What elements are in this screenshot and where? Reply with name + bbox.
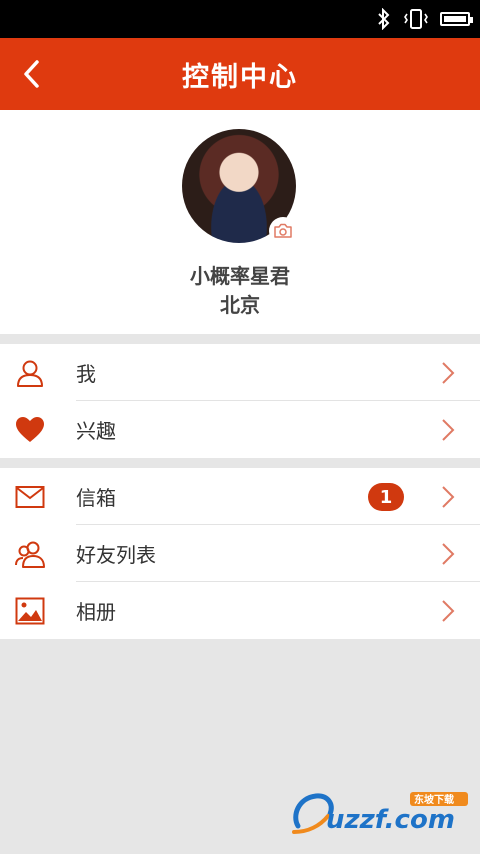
page-title: 控制中心 (182, 61, 298, 93)
menu-item-label: 兴趣 (76, 419, 116, 443)
watermark-text: uzzf.com (326, 805, 455, 835)
watermark: uzzf.com 东坡下载 (290, 788, 472, 838)
uzzf-logo: uzzf.com 东坡下载 (292, 792, 468, 835)
camera-icon (274, 223, 292, 238)
chevron-right-icon (442, 418, 455, 441)
chevron-right-icon (442, 485, 455, 508)
chevron-left-icon (24, 60, 39, 88)
menu-group-secondary: 信箱 1 好友列表 相册 (0, 468, 480, 639)
mail-icon (15, 485, 45, 508)
menu-group-primary: 我 兴趣 (0, 344, 480, 458)
camera-badge[interactable] (269, 217, 297, 245)
status-bar (0, 0, 480, 38)
profile-name: 小概率星君 (190, 264, 290, 288)
unread-badge: 1 (368, 483, 404, 511)
profile-city: 北京 (220, 293, 260, 317)
menu-item-label: 相册 (76, 600, 116, 624)
menu-item-label: 我 (76, 362, 96, 386)
avatar-container[interactable] (182, 129, 297, 245)
menu-item-me[interactable]: 我 (0, 344, 480, 401)
battery-icon (440, 12, 473, 26)
person-icon (17, 360, 43, 387)
heart-icon (16, 416, 44, 442)
menu-item-album[interactable]: 相册 (0, 582, 480, 639)
status-bar-redacted-area (0, 0, 275, 38)
menu-item-label: 好友列表 (76, 543, 156, 567)
photo-album-icon (15, 597, 45, 624)
menu-item-mailbox[interactable]: 信箱 1 (0, 468, 480, 525)
back-button[interactable] (10, 38, 54, 110)
bluetooth-icon (378, 8, 390, 30)
chevron-right-icon (442, 361, 455, 384)
menu-item-interests[interactable]: 兴趣 (0, 401, 480, 458)
menu-item-label: 信箱 (76, 486, 116, 510)
app-header: 控制中心 (0, 38, 480, 110)
chevron-right-icon (442, 542, 455, 565)
friends-icon (15, 541, 45, 568)
menu-item-friends[interactable]: 好友列表 (0, 525, 480, 582)
vibrate-icon (404, 9, 428, 29)
status-icons (376, 7, 473, 31)
watermark-subtext: 东坡下载 (414, 793, 454, 806)
profile-section: 小概率星君 北京 (0, 110, 480, 334)
chevron-right-icon (442, 599, 455, 622)
